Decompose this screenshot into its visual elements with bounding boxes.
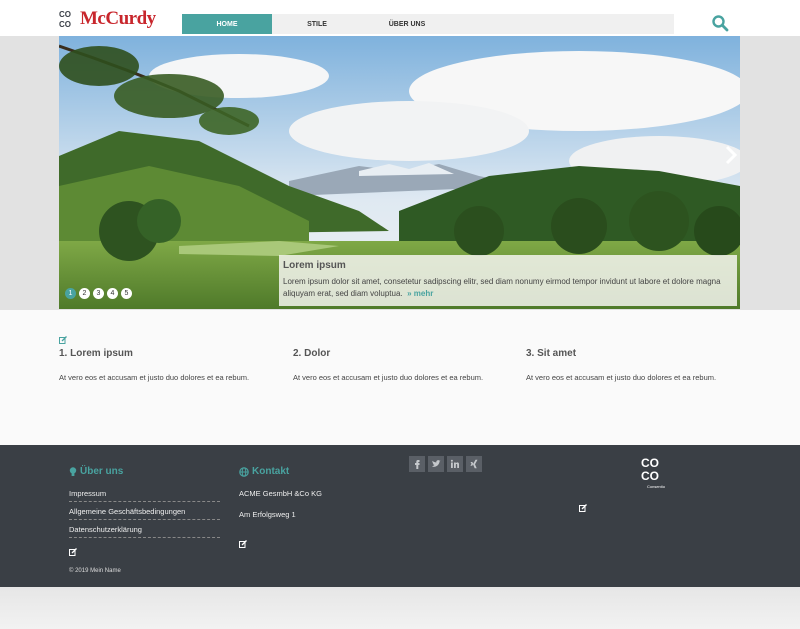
site-logo[interactable]: CO CO McCurdy [59,8,156,30]
footer-link-impressum[interactable]: Impressum [69,487,220,502]
twitter-icon[interactable] [428,456,444,472]
hero-slider: 1 2 3 4 5 Lorem ipsum Lorem ipsum dolor … [0,36,800,310]
globe-icon [239,466,249,477]
caption-body: Lorem ipsum dolor sit amet, consetetur s… [283,277,721,298]
footer-address: Am Erfolgsweg 1 [239,510,296,519]
slider-dot-3[interactable]: 3 [93,288,104,299]
teaser-3: 3. Sit amet At vero eos et accusam et ju… [526,348,746,382]
edit-icon[interactable] [239,540,247,548]
social-links [409,456,482,472]
coco-letters-bottom: CO [641,469,659,483]
footer-about-links: Impressum Allgemeine Geschäftsbedingunge… [69,487,220,541]
caption-text: Lorem ipsum dolor sit amet, consetetur s… [283,276,733,300]
coco-subtitle: Consentio [646,484,665,489]
slider-dot-5[interactable]: 5 [121,288,132,299]
slider-pagination: 1 2 3 4 5 [65,288,132,299]
search-icon[interactable] [711,14,729,32]
facebook-icon[interactable] [409,456,425,472]
teaser-section: 1. Lorem ipsum At vero eos et accusam et… [0,310,800,445]
logo-letters-top: CO [59,9,71,19]
main-nav: HOME STILE ÜBER UNS [182,14,674,34]
nav-item-home[interactable]: HOME [182,14,272,34]
slider-dot-1[interactable]: 1 [65,288,76,299]
logo-letters-bottom: CO [59,19,71,29]
teaser-2-title: 2. Dolor [293,348,331,359]
footer-link-datenschutz[interactable]: Datenschutzerklärung [69,523,220,538]
copyright-text: © 2019 Mein Name [69,568,121,574]
linkedin-icon[interactable] [447,456,463,472]
nav-item-stile[interactable]: STILE [272,14,362,34]
footer-company: ACME GesmbH &Co KG [239,489,322,498]
coco-consentio-logo: CO CO Consentio [641,457,671,490]
teaser-1: 1. Lorem ipsum At vero eos et accusam et… [59,348,279,382]
edit-icon[interactable] [59,336,67,344]
site-footer: Über uns Impressum Allgemeine Geschäftsb… [0,445,800,587]
slider-next-arrow-icon[interactable] [721,142,741,168]
footer-about-title: Über uns [69,466,123,477]
footer-link-agb[interactable]: Allgemeine Geschäftsbedingungen [69,505,220,520]
teaser-1-text: At vero eos et accusam et justo duo dolo… [59,373,250,382]
xing-icon[interactable] [466,456,482,472]
teaser-3-text: At vero eos et accusam et justo duo dolo… [526,373,717,382]
slider-caption: Lorem ipsum Lorem ipsum dolor sit amet, … [279,255,737,306]
site-header: CO CO McCurdy HOME STILE ÜBER UNS [0,0,800,36]
edit-icon[interactable] [579,504,587,512]
logo-brand: McCurdy [80,8,156,29]
teaser-2-text: At vero eos et accusam et justo duo dolo… [293,373,484,382]
logo-coco-mark: CO CO [59,10,78,29]
slider-dot-4[interactable]: 4 [107,288,118,299]
lightbulb-icon [69,466,77,476]
caption-title: Lorem ipsum [283,260,346,271]
caption-more-link[interactable]: » mehr [405,289,433,298]
teaser-1-title: 1. Lorem ipsum [59,348,133,359]
teaser-3-title: 3. Sit amet [526,348,577,359]
slider-dot-2[interactable]: 2 [79,288,90,299]
footer-about-label: Über uns [80,466,124,477]
edit-icon[interactable] [69,548,77,556]
footer-contact-title: Kontakt [239,466,289,477]
nav-item-ueber-uns[interactable]: ÜBER UNS [362,14,452,34]
footer-contact-label: Kontakt [252,466,290,477]
caption-more-label: mehr [413,289,434,298]
teaser-2: 2. Dolor At vero eos et accusam et justo… [293,348,513,382]
page-bottom-background [0,587,800,629]
